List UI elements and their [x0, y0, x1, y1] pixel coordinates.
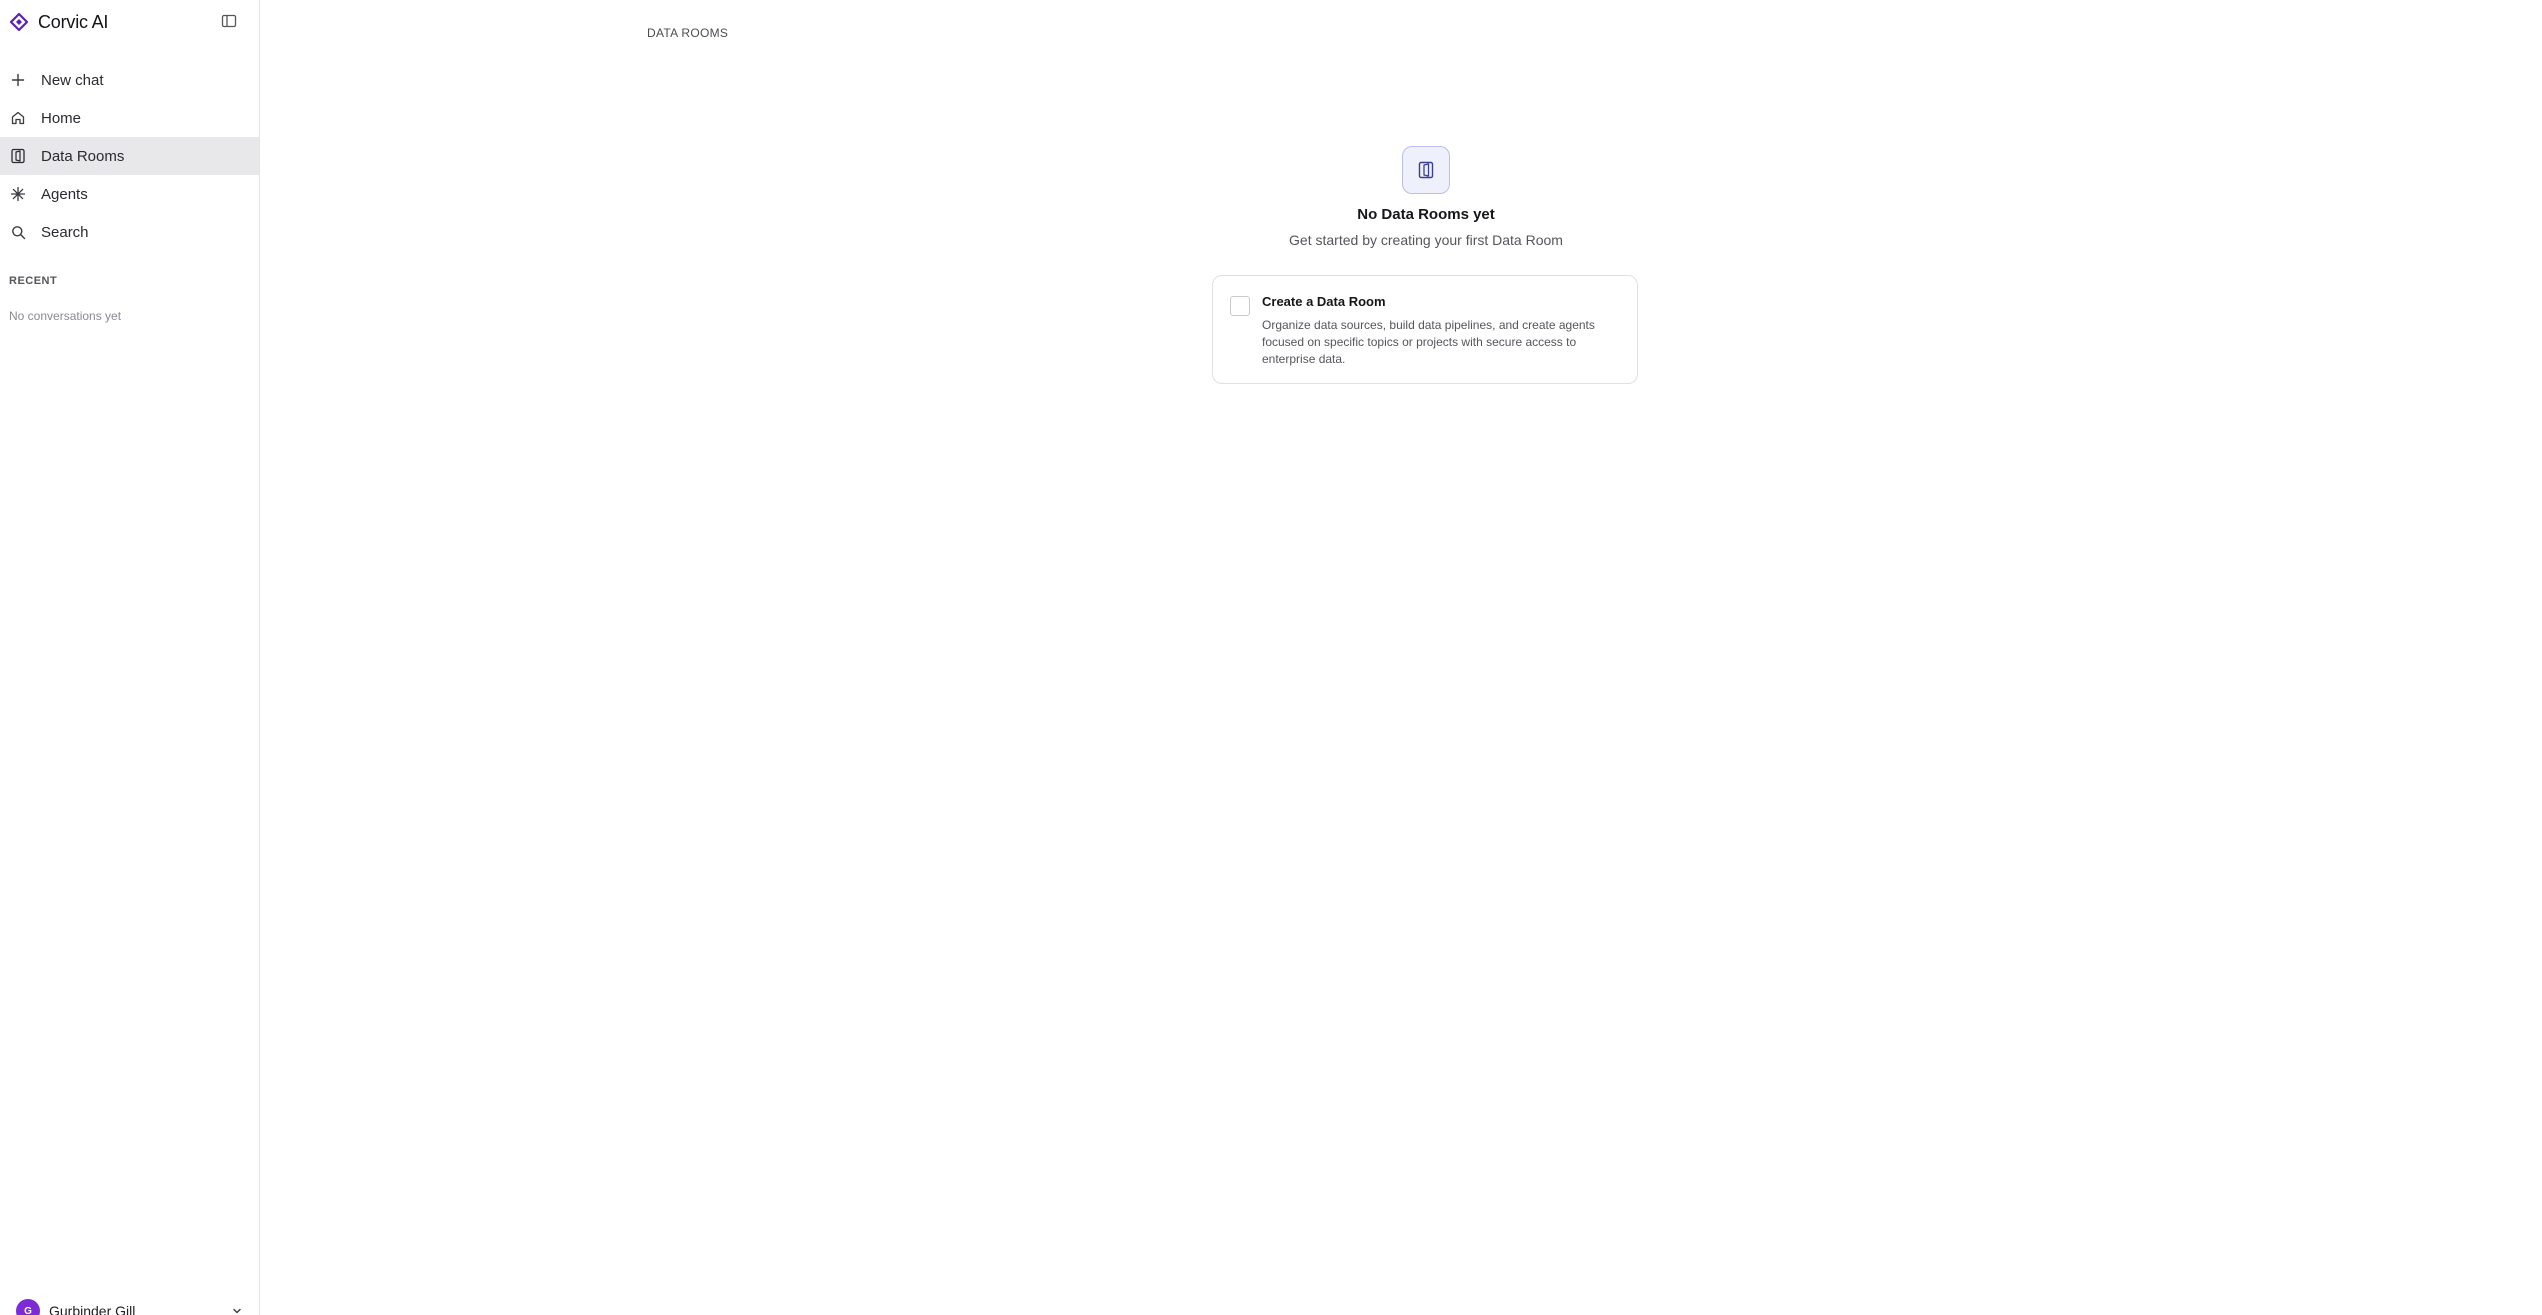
user-menu[interactable]: G Gurbinder Gill: [16, 1298, 244, 1315]
chevron-down-icon: [230, 1304, 244, 1315]
sidebar-nav: New chat Home Data Rooms Agents Search: [0, 61, 259, 251]
sidebar-toggle-icon: [221, 13, 237, 34]
sidebar-item-search[interactable]: Search: [0, 213, 259, 251]
breadcrumb: DATA ROOMS: [647, 26, 729, 40]
card-description: Organize data sources, build data pipeli…: [1262, 318, 1595, 366]
plus-icon: [9, 71, 27, 89]
recent-heading: RECENT: [9, 275, 58, 287]
search-icon: [9, 223, 27, 241]
app-window: Corvic AI New chat Home Data Rooms Agent…: [0, 0, 2542, 1315]
sidebar-item-data-rooms[interactable]: Data Rooms: [0, 137, 259, 175]
sidebar-item-new-chat[interactable]: New chat: [0, 61, 259, 99]
sidebar-item-label: Home: [41, 109, 82, 127]
brand-name: Corvic AI: [38, 11, 109, 32]
card-title: Create a Data Room: [1262, 294, 1386, 309]
data-room-icon: [1402, 146, 1450, 194]
sidebar: Corvic AI New chat Home Data Rooms Agent…: [0, 0, 260, 1315]
checkbox-icon: [1230, 296, 1250, 316]
create-data-room-card[interactable]: Create a Data Room Organize data sources…: [1212, 275, 1638, 384]
home-icon: [9, 109, 27, 127]
asterisk-icon: [9, 185, 27, 203]
sidebar-item-home[interactable]: Home: [0, 99, 259, 137]
diamond-logo-icon: [8, 11, 30, 33]
sidebar-toggle-button[interactable]: [218, 12, 240, 34]
empty-state-subtitle: Get started by creating your first Data …: [1289, 232, 1563, 248]
sidebar-item-label: Search: [41, 223, 89, 241]
sidebar-item-label: Agents: [41, 185, 88, 203]
avatar: G: [16, 1299, 40, 1315]
data-room-icon: [9, 147, 27, 165]
sidebar-item-label: New chat: [41, 71, 104, 89]
user-name: Gurbinder Gill: [49, 1303, 136, 1315]
sidebar-item-agents[interactable]: Agents: [0, 175, 259, 213]
brand[interactable]: Corvic AI: [8, 10, 108, 34]
sidebar-item-label: Data Rooms: [41, 147, 125, 165]
empty-state-title: No Data Rooms yet: [1357, 206, 1495, 223]
recent-empty-state: No conversations yet: [9, 309, 122, 323]
